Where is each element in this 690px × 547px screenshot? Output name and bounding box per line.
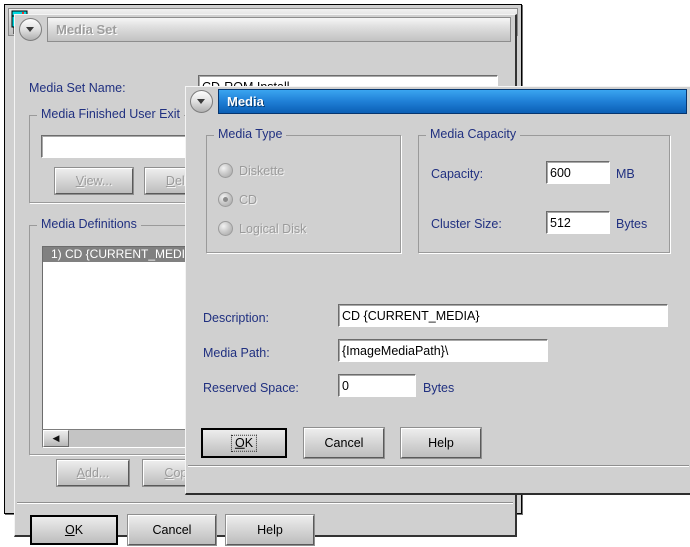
scroll-left-thumb[interactable]: ◀ [43, 430, 69, 447]
cluster-size-label: Cluster Size: [431, 217, 502, 231]
media-set-help-button[interactable]: Help [225, 514, 315, 546]
media-set-cancel-button[interactable]: Cancel [127, 514, 217, 546]
media-type-title: Media Type [214, 127, 287, 141]
media-title-strip: Media [218, 89, 687, 114]
capacity-input[interactable]: 600 [546, 161, 610, 184]
media-set-title: Media Set [56, 22, 117, 37]
media-button-bar-separator [188, 465, 689, 467]
media-cancel-label: Cancel [324, 436, 364, 450]
description-label: Description: [203, 311, 269, 325]
media-set-ok-label: OK [64, 523, 84, 537]
capacity-unit: MB [616, 167, 635, 181]
media-set-name-label: Media Set Name: [29, 81, 126, 95]
media-ok-button[interactable]: OK [201, 428, 287, 458]
reserved-space-label: Reserved Space: [203, 381, 299, 395]
media-set-help-label: Help [257, 523, 283, 537]
media-dialog[interactable]: Media Media Type Diskette CD Logical Dis… [185, 86, 690, 495]
radio-logical-disk-icon [218, 221, 233, 236]
view-button-label: View... [75, 174, 113, 188]
radio-diskette-icon [218, 163, 233, 178]
media-set-ok-button[interactable]: OK [30, 515, 118, 545]
description-input[interactable]: CD {CURRENT_MEDIA} [338, 304, 668, 327]
media-ok-focus-ring: OK [230, 434, 258, 452]
media-capacity-title: Media Capacity [426, 127, 521, 141]
media-cancel-button[interactable]: Cancel [303, 427, 385, 459]
cluster-size-input[interactable]: 512 [546, 211, 610, 234]
view-button[interactable]: View... [54, 167, 134, 195]
media-set-titlebar[interactable]: Media Set [17, 17, 513, 42]
radio-logical-disk-label: Logical Disk [239, 221, 307, 236]
media-titlebar[interactable]: Media [188, 89, 689, 114]
scroll-left-icon: ◀ [52, 433, 60, 443]
cluster-size-unit: Bytes [616, 217, 648, 231]
radio-cd-label: CD [239, 192, 258, 207]
media-definitions-title: Media Definitions [37, 217, 141, 231]
media-path-label: Media Path: [203, 346, 270, 360]
media-ok-label: OK [234, 435, 254, 450]
radio-cd[interactable]: CD [218, 192, 257, 207]
media-title: Media [227, 94, 264, 109]
media-help-button[interactable]: Help [400, 427, 482, 459]
media-help-label: Help [428, 436, 454, 450]
radio-diskette[interactable]: Diskette [218, 163, 284, 178]
media-capacity-group: Media Capacity [418, 127, 670, 253]
media-finished-user-exit-title: Media Finished User Exit [37, 107, 184, 121]
radio-logical-disk[interactable]: Logical Disk [218, 221, 306, 236]
media-path-input[interactable]: {ImageMediaPath}\ [338, 339, 548, 362]
media-set-cancel-label: Cancel [152, 523, 192, 537]
screen: RDAY EL – □ ✕ Media Set Media Set Name: … [0, 0, 690, 547]
media-set-title-strip: Media Set [47, 17, 511, 42]
reserved-space-input[interactable]: 0 [338, 374, 416, 397]
reserved-space-unit: Bytes [423, 381, 455, 395]
button-bar-separator [17, 502, 513, 504]
radio-diskette-label: Diskette [239, 163, 285, 178]
chevron-down-icon[interactable] [190, 90, 213, 113]
add-button-label: Add... [76, 466, 110, 480]
group-frame [418, 135, 670, 253]
chevron-down-icon[interactable] [19, 18, 42, 41]
radio-cd-icon [218, 192, 233, 207]
add-button[interactable]: Add... [56, 459, 130, 487]
capacity-label: Capacity: [431, 167, 484, 181]
